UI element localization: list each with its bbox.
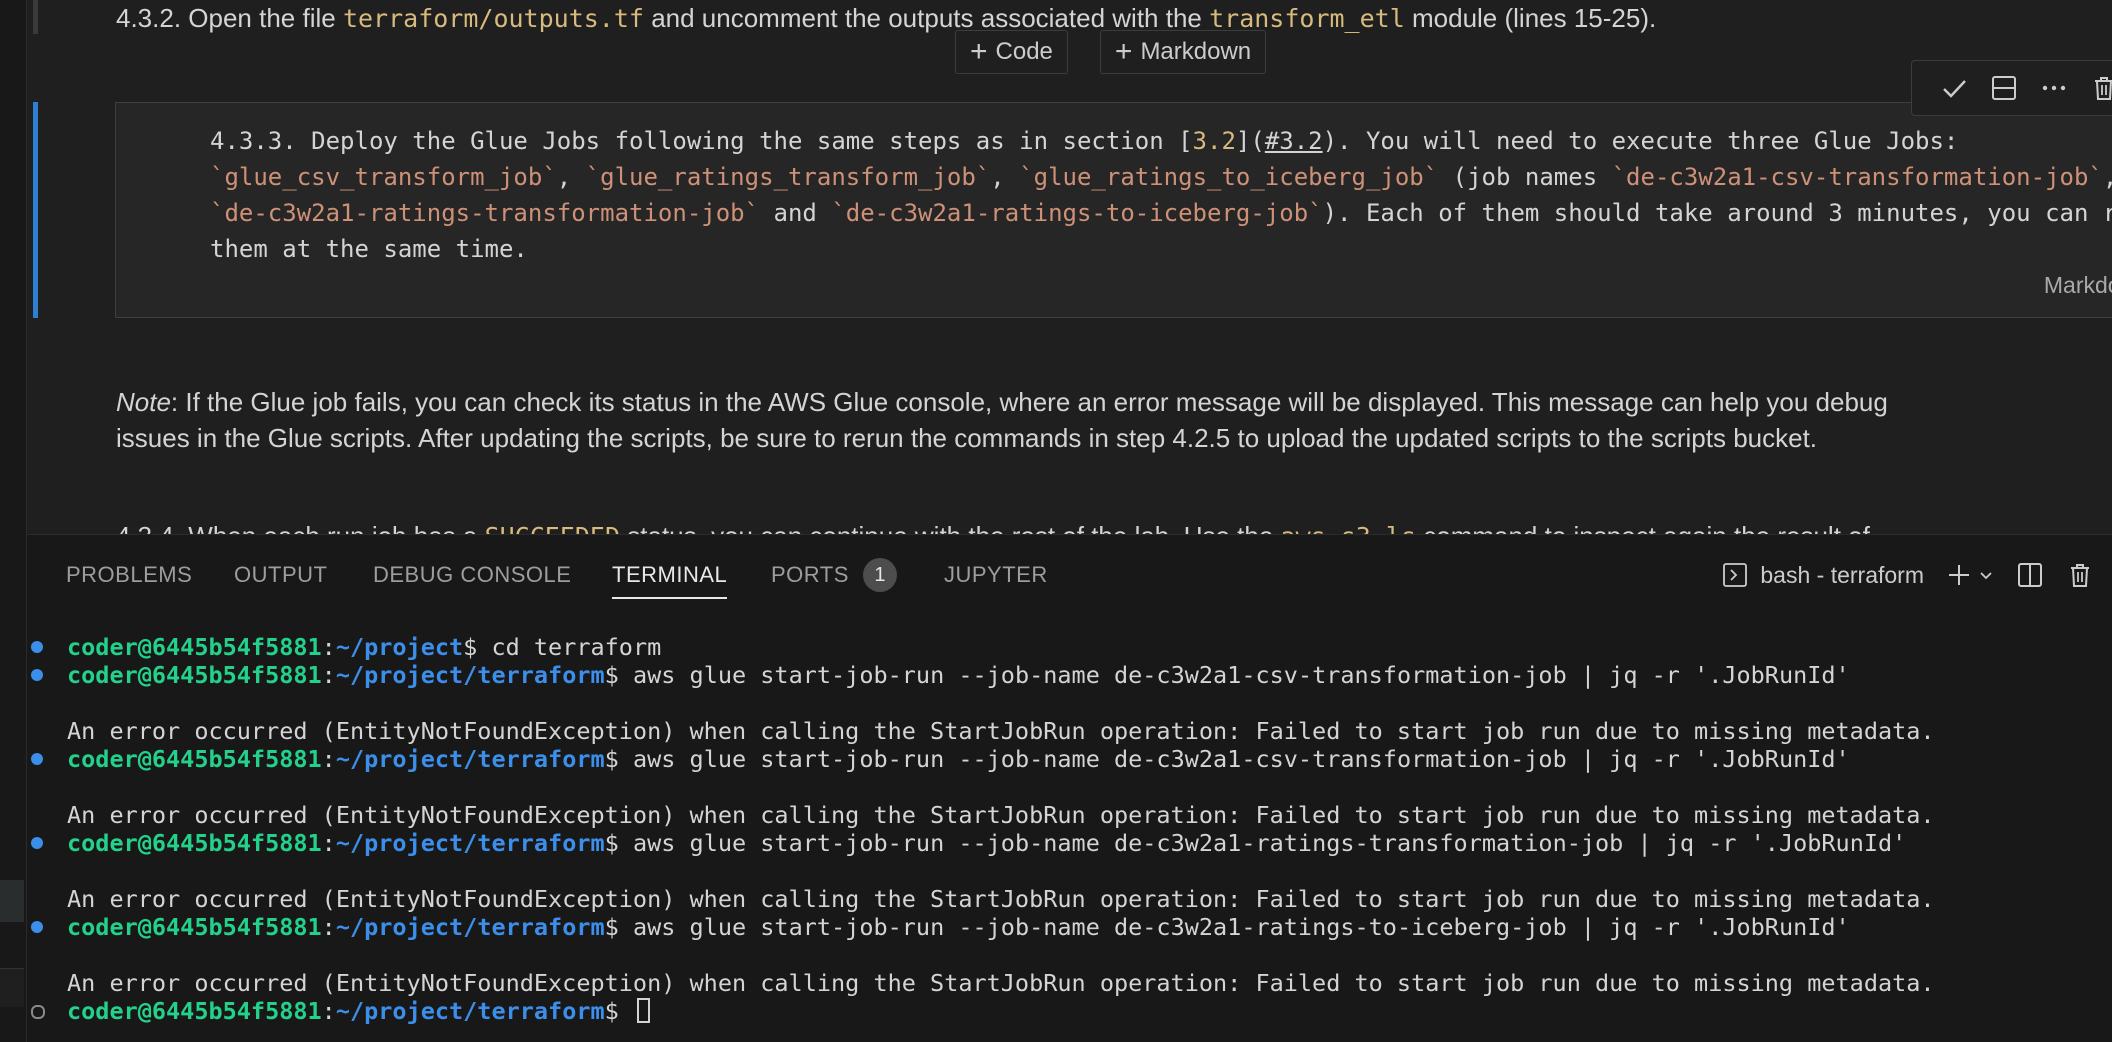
vscode-window: 4.3.2. Open the file terraform/outputs.t…	[0, 0, 2112, 1042]
terminal-line: coder@6445b54f5881:~/project/terraform$	[31, 997, 650, 1025]
terminal-selector[interactable]: bash - terraform	[1722, 562, 1924, 589]
panel-actions: bash - terraform	[1722, 555, 2094, 595]
terminal-icon	[1722, 562, 1748, 588]
new-terminal-button[interactable]	[1946, 562, 1994, 588]
tab-ports[interactable]: PORTS 1	[771, 555, 897, 595]
ports-count-badge: 1	[862, 558, 897, 592]
trash-icon[interactable]	[2090, 74, 2112, 102]
split-terminal-icon[interactable]	[2016, 561, 2044, 589]
terminal-line: coder@6445b54f5881:~/project/terraform$ …	[31, 913, 1850, 941]
step-4-3-2-text: 4.3.2. Open the file terraform/outputs.t…	[116, 3, 1657, 33]
step-4-3-4-text: 4.3.4. When each run job has a SUCCEEDED…	[116, 518, 1870, 534]
source-line: `de-c3w2a1-ratings-transformation-job` a…	[210, 199, 2112, 227]
cell-toolbar	[1911, 60, 2112, 116]
terminal-name: bash - terraform	[1760, 561, 1924, 588]
command-decoration-icon[interactable]	[31, 837, 43, 849]
terminal-cursor	[636, 998, 650, 1023]
command-decoration-icon[interactable]	[31, 669, 43, 681]
add-markdown-cell-button[interactable]: + Markdown	[1099, 30, 1267, 74]
terminal-line: An error occurred (EntityNotFoundExcepti…	[67, 717, 1935, 745]
source-line: `glue_csv_transform_job`, `glue_ratings_…	[210, 163, 2112, 191]
activity-bar-item[interactable]	[0, 880, 24, 922]
inline-code: SUCCEEDED	[485, 522, 620, 534]
markdown-cell-editor[interactable]: 4.3.3. Deploy the Glue Jobs following th…	[115, 102, 2112, 318]
note-line-1: Note: If the Glue job fails, you can che…	[116, 387, 1888, 417]
tab-terminal[interactable]: TERMINAL	[612, 555, 728, 599]
plus-icon: +	[970, 35, 988, 68]
command-decoration-icon[interactable]	[31, 1005, 45, 1019]
plus-icon	[1949, 565, 1969, 585]
activity-bar-edge	[0, 0, 27, 1042]
terminal-line: coder@6445b54f5881:~/project/terraform$ …	[31, 829, 1906, 857]
inline-code: terraform/outputs.tf	[342, 4, 644, 33]
kill-terminal-icon[interactable]	[2066, 561, 2094, 589]
bottom-panel: PROBLEMS OUTPUT DEBUG CONSOLE TERMINAL P…	[27, 534, 2112, 1042]
tab-problems[interactable]: PROBLEMS	[66, 555, 192, 595]
add-code-cell-button[interactable]: + Code	[955, 30, 1068, 74]
plus-icon: +	[1114, 35, 1133, 68]
terminal-line: An error occurred (EntityNotFoundExcepti…	[67, 969, 1935, 997]
cell-indicator	[33, 0, 38, 34]
inline-code: transform_etl	[1209, 4, 1405, 33]
command-decoration-icon[interactable]	[31, 753, 43, 765]
markdown-source[interactable]: 4.3.3. Deploy the Glue Jobs following th…	[210, 123, 2112, 267]
activity-bar-item[interactable]	[0, 968, 24, 1007]
inline-code: aws s3 ls	[1281, 522, 1416, 534]
source-line: them at the same time.	[210, 235, 528, 263]
add-cell-toolbar: + Code + Markdown	[955, 30, 1267, 74]
command-decoration-icon[interactable]	[31, 921, 43, 933]
terminal-line: An error occurred (EntityNotFoundExcepti…	[67, 885, 1935, 913]
panel-tab-bar: PROBLEMS OUTPUT DEBUG CONSOLE TERMINAL P…	[27, 535, 2112, 605]
tab-debug-console[interactable]: DEBUG CONSOLE	[373, 555, 571, 595]
check-icon[interactable]	[1940, 74, 1968, 102]
more-icon[interactable]	[2040, 74, 2068, 102]
command-decoration-icon[interactable]	[31, 641, 43, 653]
terminal-line: coder@6445b54f5881:~/project/terraform$ …	[31, 745, 1850, 773]
terminal-line: An error occurred (EntityNotFoundExcepti…	[67, 801, 1935, 829]
terminal-line: coder@6445b54f5881:~/project/terraform$ …	[31, 661, 1850, 689]
split-cell-icon[interactable]	[1990, 74, 2018, 102]
note-line-2: issues in the Glue scripts. After updati…	[116, 423, 1818, 453]
notebook-editor: 4.3.2. Open the file terraform/outputs.t…	[27, 0, 2112, 534]
chevron-down-icon[interactable]	[1978, 567, 1994, 583]
terminal-line: coder@6445b54f5881:~/project$ cd terrafo…	[31, 633, 661, 661]
tab-jupyter[interactable]: JUPYTER	[944, 555, 1048, 595]
active-cell-indicator	[33, 102, 38, 318]
terminal-output[interactable]: coder@6445b54f5881:~/project$ cd terrafo…	[27, 633, 2112, 1025]
tab-output[interactable]: OUTPUT	[234, 555, 327, 595]
cell-language-label[interactable]: Markdown	[2044, 272, 2112, 299]
source-line: 4.3.3. Deploy the Glue Jobs following th…	[210, 127, 1959, 155]
